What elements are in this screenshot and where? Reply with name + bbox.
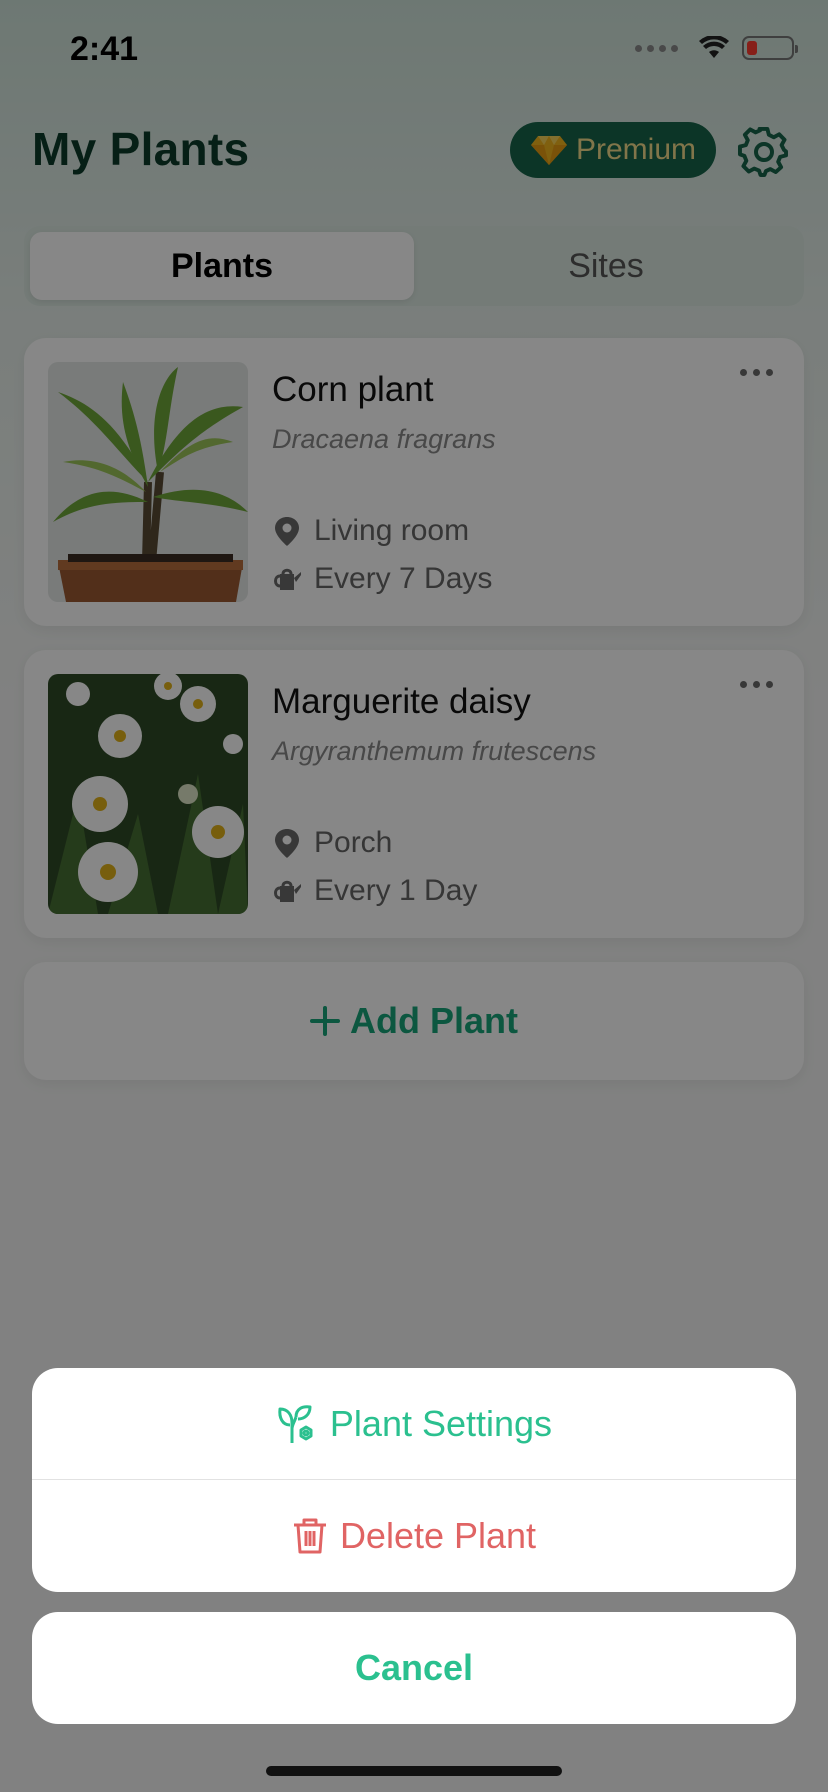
plant-settings-icon: [278, 1404, 313, 1443]
delete-plant-button[interactable]: Delete Plant: [32, 1480, 796, 1592]
plant-settings-button[interactable]: Plant Settings: [32, 1368, 796, 1480]
plant-settings-label: Plant Settings: [329, 1402, 553, 1444]
cancel-button[interactable]: Cancel: [32, 1612, 796, 1724]
delete-plant-label: Delete Plant: [339, 1515, 537, 1556]
home-indicator: [266, 1766, 562, 1776]
trash-icon: [293, 1518, 326, 1554]
action-sheet: Plant Settings Delete Plant: [32, 1368, 796, 1592]
